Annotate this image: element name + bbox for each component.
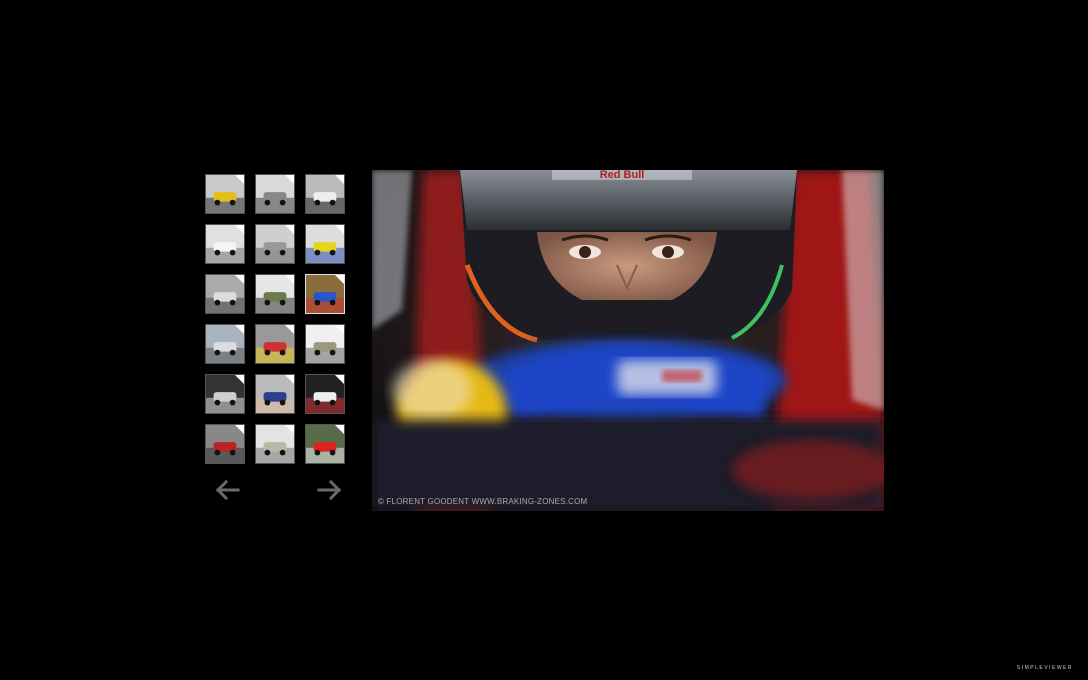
thumbnail-corner-icon bbox=[235, 375, 244, 384]
thumb-renault-car[interactable] bbox=[305, 224, 345, 264]
thumbnail-corner-icon bbox=[335, 425, 344, 434]
thumb-cars-curve[interactable] bbox=[255, 324, 295, 364]
thumbnail-corner-icon bbox=[285, 175, 294, 184]
thumbnail-corner-icon bbox=[285, 375, 294, 384]
thumb-cloudy-sky[interactable] bbox=[205, 324, 245, 364]
arrow-left-icon bbox=[215, 479, 240, 501]
main-photo[interactable]: Red Bull © FLORENT GOODENT WWW.BRAKING-Z… bbox=[372, 170, 884, 511]
thumbnail-corner-icon bbox=[235, 325, 244, 334]
photo-credit: © FLORENT GOODENT WWW.BRAKING-ZONES.COM bbox=[378, 497, 588, 506]
thumbnail-corner-icon bbox=[335, 225, 344, 234]
thumb-car-closeup[interactable] bbox=[305, 374, 345, 414]
thumbnail-corner-icon bbox=[285, 275, 294, 284]
thumb-white-car-track[interactable] bbox=[205, 224, 245, 264]
thumbnail-corner-icon bbox=[235, 275, 244, 284]
thumb-gantry[interactable] bbox=[255, 224, 295, 264]
thumb-white-car-corner[interactable] bbox=[305, 174, 345, 214]
arrow-right-icon bbox=[317, 479, 342, 501]
thumb-driver-portrait[interactable] bbox=[255, 374, 295, 414]
thumb-ultren-banner[interactable] bbox=[205, 374, 245, 414]
simpleviewer-logo[interactable]: SIMPLEVIEWER bbox=[1017, 665, 1073, 671]
thumbnail-corner-icon bbox=[285, 425, 294, 434]
simpleviewer-gallery: Red Bull © FLORENT GOODENT WWW.BRAKING-Z… bbox=[0, 0, 1088, 680]
thumb-crew-red[interactable] bbox=[305, 424, 345, 464]
thumbnail-corner-icon bbox=[335, 325, 344, 334]
thumb-driver-helmet[interactable] bbox=[305, 274, 345, 314]
thumbnail-corner-icon bbox=[235, 425, 244, 434]
thumbnail-corner-icon bbox=[335, 375, 344, 384]
thumb-red-car[interactable] bbox=[205, 424, 245, 464]
thumbnail-corner-icon bbox=[285, 225, 294, 234]
thumbnail-corner-icon bbox=[235, 225, 244, 234]
thumbnail-corner-icon bbox=[235, 175, 244, 184]
thumb-open-field[interactable] bbox=[305, 324, 345, 364]
helmet-logo-text: Red Bull bbox=[600, 170, 645, 181]
thumb-grey-car[interactable] bbox=[205, 274, 245, 314]
thumbnail-corner-icon bbox=[335, 175, 344, 184]
thumb-dark-cars-track[interactable] bbox=[255, 174, 295, 214]
thumbnail-corner-icon bbox=[285, 325, 294, 334]
next-page-button[interactable] bbox=[317, 479, 342, 501]
thumb-pale-track[interactable] bbox=[255, 424, 295, 464]
thumb-car-grass[interactable] bbox=[255, 274, 295, 314]
thumbnail-corner-icon bbox=[335, 275, 344, 284]
thumbnail-grid bbox=[205, 174, 345, 464]
driver-in-cockpit-photo: Red Bull bbox=[372, 170, 884, 511]
previous-page-button[interactable] bbox=[215, 479, 240, 501]
thumb-yellow-car[interactable] bbox=[205, 174, 245, 214]
